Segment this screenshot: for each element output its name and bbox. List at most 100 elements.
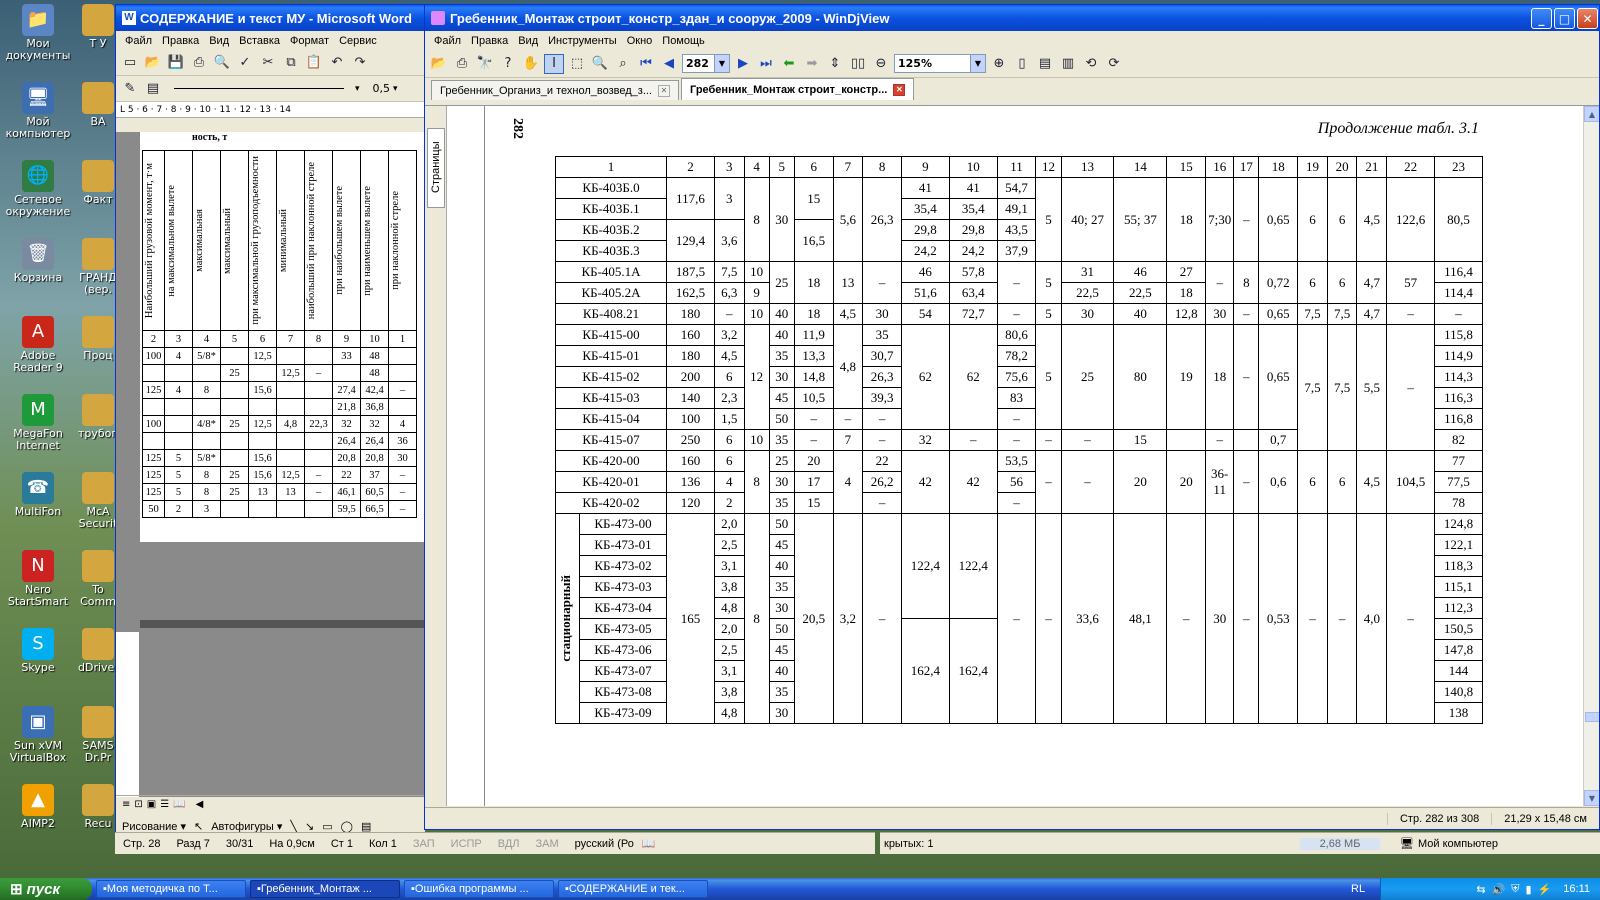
save-icon[interactable]: 💾 bbox=[166, 53, 186, 73]
network-tray-icon[interactable]: ⇆ bbox=[1476, 883, 1485, 896]
scroll-thumb[interactable] bbox=[1585, 712, 1599, 722]
volume-tray-icon[interactable]: 🔊 bbox=[1492, 883, 1506, 896]
print-icon[interactable]: ⎙ bbox=[452, 54, 472, 74]
desktop-icon[interactable]: Проц bbox=[78, 316, 118, 362]
menu-item[interactable]: Правка bbox=[466, 35, 513, 47]
power-tray-icon[interactable]: ⚡ bbox=[1538, 883, 1552, 896]
desktop-icon[interactable]: M MegaFon Internet bbox=[0, 394, 76, 452]
prev-page-icon[interactable]: ◀ bbox=[659, 54, 679, 74]
select-objects-icon[interactable]: ↖ bbox=[194, 820, 203, 833]
tab-close-icon[interactable]: ✕ bbox=[658, 84, 670, 97]
outline-view-icon[interactable]: ☰ bbox=[160, 799, 169, 810]
vertical-scrollbar[interactable]: ▲ ▼ bbox=[1583, 106, 1599, 806]
fit-height-icon[interactable]: ⇕ bbox=[825, 54, 845, 74]
help-icon[interactable]: ? bbox=[498, 54, 518, 74]
zoom-icon[interactable]: 🔍 bbox=[590, 54, 610, 74]
hand-tool-icon[interactable]: ✋ bbox=[521, 54, 541, 74]
desktop-icon[interactable]: N Nero StartSmart bbox=[0, 550, 76, 608]
drawing-menu-button[interactable]: Рисование ▾ bbox=[122, 820, 186, 833]
desktop-icon[interactable]: To Comm bbox=[78, 550, 118, 608]
continuous-icon[interactable]: ▤ bbox=[1035, 54, 1055, 74]
desktop-icon[interactable]: Recu bbox=[78, 784, 118, 830]
taskbar-button[interactable]: ▪ Моя методичка по Т... bbox=[96, 880, 246, 898]
open-icon[interactable]: 📂 bbox=[429, 54, 449, 74]
pages-sidebar-tab[interactable]: Страницы bbox=[425, 106, 447, 806]
print-preview-icon[interactable]: 🔍 bbox=[212, 53, 232, 73]
word-window[interactable]: W СОДЕРЖАНИЕ и текст МУ - Microsoft Word… bbox=[115, 4, 425, 854]
print-icon[interactable]: ⎙ bbox=[189, 53, 209, 73]
scroll-up-icon[interactable]: ▲ bbox=[1584, 106, 1599, 122]
page-number-field[interactable]: 282 ▼ bbox=[682, 54, 730, 73]
two-pages-icon[interactable]: ▯▯ bbox=[848, 54, 868, 74]
pages-tab-label[interactable]: Страницы bbox=[427, 128, 445, 208]
desktop-icon[interactable]: ☎ MultiFon bbox=[0, 472, 76, 518]
first-page-icon[interactable]: ⏮ bbox=[636, 54, 656, 74]
menu-item[interactable]: Вид bbox=[204, 35, 234, 47]
maximize-button[interactable]: □ bbox=[1554, 8, 1575, 29]
desktop-icon[interactable]: Факт bbox=[78, 160, 118, 206]
rect-select-icon[interactable]: ⬚ bbox=[567, 54, 587, 74]
rectangle-tool-icon[interactable]: ▭ bbox=[322, 820, 332, 833]
oval-tool-icon[interactable]: ◯ bbox=[341, 820, 353, 833]
menu-item[interactable]: Формат bbox=[285, 35, 334, 47]
copy-icon[interactable]: ⧉ bbox=[281, 53, 301, 73]
document-tab[interactable]: Гребенник_Монтаж строит_констр... ✕ bbox=[681, 78, 915, 100]
scroll-left-icon[interactable]: ◀ bbox=[196, 799, 204, 810]
page-dropdown-icon[interactable]: ▼ bbox=[714, 55, 729, 72]
print-view-icon[interactable]: ▣ bbox=[147, 799, 156, 810]
menu-item[interactable]: Файл bbox=[429, 35, 466, 47]
back-icon[interactable]: ⬅ bbox=[779, 54, 799, 74]
desktop-icon[interactable]: ▣ Sun xVM VirtualBox bbox=[0, 706, 76, 764]
document-tab[interactable]: Гребенник_Организ_и технол_возвед_з... ✕ bbox=[431, 80, 679, 100]
menu-item[interactable]: Файл bbox=[120, 35, 157, 47]
tab-close-icon[interactable]: ✕ bbox=[893, 83, 906, 96]
zoom-dropdown-icon[interactable]: ▼ bbox=[970, 55, 985, 72]
desktop-icon[interactable]: SAMS Dr.Pr bbox=[78, 706, 118, 764]
scroll-down-icon[interactable]: ▼ bbox=[1584, 790, 1599, 806]
redo-icon[interactable]: ↷ bbox=[350, 53, 370, 73]
zoom-in-icon[interactable]: ⊕ bbox=[989, 54, 1009, 74]
normal-view-icon[interactable]: ≡ bbox=[122, 799, 130, 810]
word-ruler[interactable]: L 5 · 6 · 7 · 8 · 9 · 10 · 11 · 12 · 13 … bbox=[116, 102, 425, 118]
menu-item[interactable]: Окно bbox=[622, 35, 658, 47]
desktop-icon[interactable]: McA Securit bbox=[78, 472, 118, 530]
paste-icon[interactable]: 📋 bbox=[304, 53, 324, 73]
spelling-icon[interactable]: ✓ bbox=[235, 53, 255, 73]
desktop-icon[interactable]: S Skype bbox=[0, 628, 76, 674]
form-icon[interactable]: ▤ bbox=[143, 79, 163, 99]
menu-item[interactable]: Помощь bbox=[657, 35, 710, 47]
textbox-tool-icon[interactable]: ▤ bbox=[361, 820, 371, 833]
find-icon[interactable]: 🔭 bbox=[475, 54, 495, 74]
menu-item[interactable]: Вставка bbox=[234, 35, 285, 47]
single-page-icon[interactable]: ▯ bbox=[1012, 54, 1032, 74]
new-doc-icon[interactable]: ▭ bbox=[120, 53, 140, 73]
desktop-icon[interactable]: 🖥 Мой компьютер bbox=[0, 82, 76, 140]
desktop-icon[interactable]: ГРАНД (вер. bbox=[78, 238, 118, 296]
antivirus-tray-icon[interactable]: ⛨ bbox=[1511, 883, 1519, 896]
menu-item[interactable]: Инструменты bbox=[543, 35, 622, 47]
last-page-icon[interactable]: ⏭ bbox=[756, 54, 776, 74]
desktop-icon[interactable]: ▲ AIMP2 bbox=[0, 784, 76, 830]
web-view-icon[interactable]: ⊡ bbox=[134, 799, 142, 810]
djview-titlebar[interactable]: Гребенник_Монтаж строит_констр_здан_и со… bbox=[425, 5, 1599, 31]
rotate-left-icon[interactable]: ⟲ bbox=[1081, 54, 1101, 74]
taskbar-button[interactable]: ▪ Гребенник_Монтаж ... bbox=[250, 880, 400, 898]
menu-item[interactable]: Сервис bbox=[334, 35, 382, 47]
minimize-button[interactable]: _ bbox=[1531, 8, 1552, 29]
zoom-out-icon[interactable]: ⊖ bbox=[871, 54, 891, 74]
taskbar-button[interactable]: ▪ Ошибка программы ... bbox=[404, 880, 554, 898]
cut-icon[interactable]: ✂ bbox=[258, 53, 278, 73]
open-folder-icon[interactable]: 📂 bbox=[143, 53, 163, 73]
edit-icon[interactable]: ✎ bbox=[120, 79, 140, 99]
zoom-field[interactable]: 125% ▼ bbox=[894, 54, 986, 73]
signal-tray-icon[interactable]: ▮ bbox=[1526, 883, 1532, 896]
menu-item[interactable]: Правка bbox=[157, 35, 204, 47]
rotate-right-icon[interactable]: ⟳ bbox=[1104, 54, 1124, 74]
menu-item[interactable]: Вид bbox=[513, 35, 543, 47]
desktop-icon[interactable]: ВА bbox=[78, 82, 118, 128]
text-select-icon[interactable]: I bbox=[544, 53, 564, 74]
start-button[interactable]: ⊞ пуск bbox=[0, 878, 92, 900]
desktop-icon[interactable]: 🌐 Сетевое окружение bbox=[0, 160, 76, 218]
desktop-icon[interactable]: dDriver bbox=[78, 628, 118, 674]
forward-icon[interactable]: ➡ bbox=[802, 54, 822, 74]
